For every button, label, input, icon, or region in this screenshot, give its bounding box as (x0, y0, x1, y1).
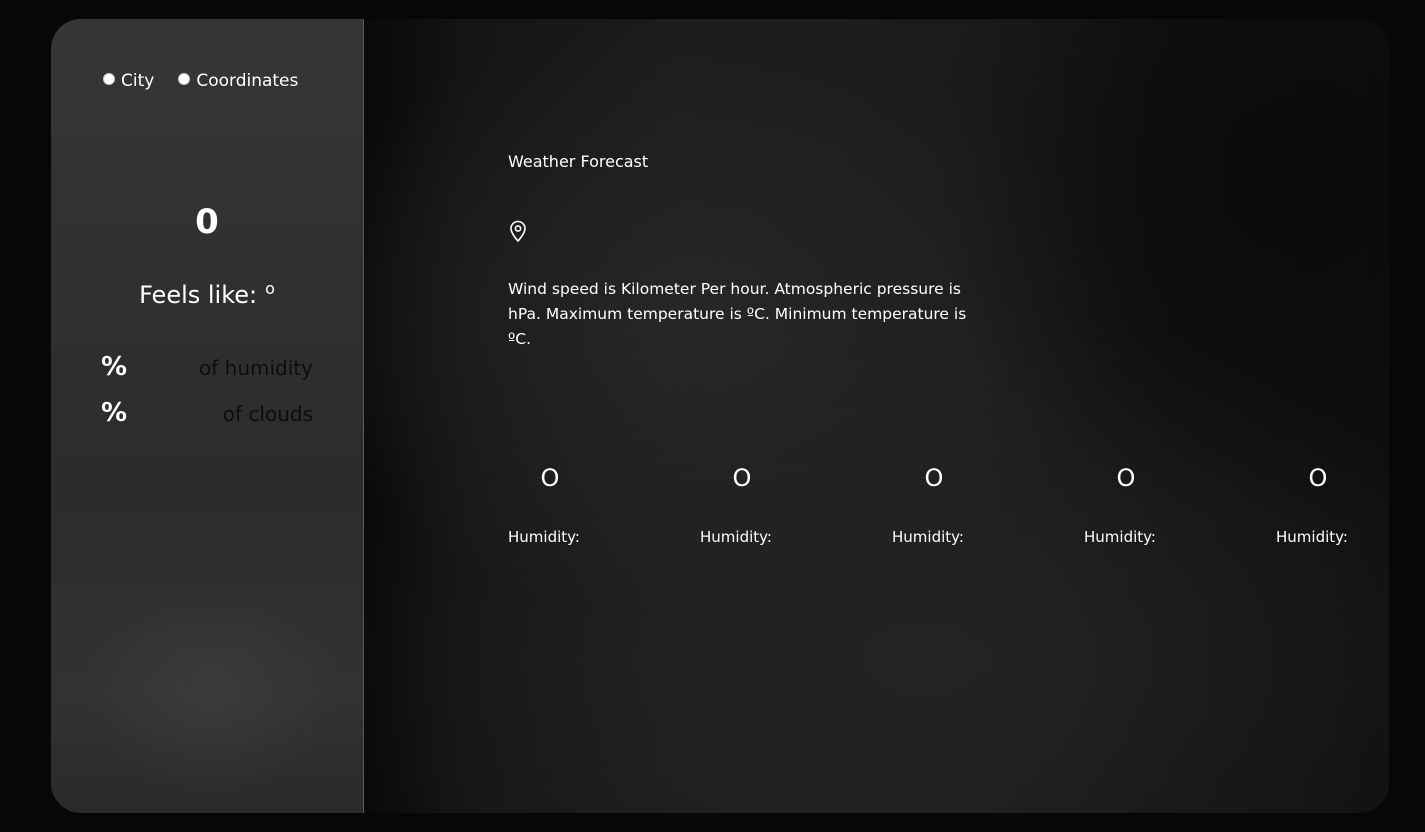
current-temperature: 0 (195, 202, 219, 242)
city-radio-label[interactable]: City (121, 71, 154, 91)
map-pin-icon (510, 220, 526, 243)
forecast-humidity: Humidity: (1084, 528, 1156, 546)
clouds-stat: % of clouds (101, 398, 313, 428)
feels-like-degree: o (265, 279, 275, 298)
forecast-humidity: Humidity: (700, 528, 772, 546)
forecast-temp: O (1308, 464, 1328, 492)
forecast-temp: O (924, 464, 944, 492)
search-mode-radio-group: City Coordinates (103, 71, 322, 91)
forecast-humidity: Humidity: (508, 528, 580, 546)
forecast-item: O Humidity: (1276, 464, 1389, 546)
page-title: Weather Forecast (508, 152, 649, 171)
main-panel: Weather Forecast Wind speed is Kilometer… (364, 19, 1389, 813)
weather-description: Wind speed is Kilometer Per hour. Atmosp… (508, 280, 967, 348)
radio-option-city[interactable]: City (103, 71, 154, 91)
humidity-value: % (101, 352, 128, 382)
coordinates-radio-button[interactable] (178, 73, 191, 85)
humidity-stat: % of humidity (101, 352, 313, 382)
forecast-temp: O (540, 464, 560, 492)
feels-like-label: Feels like: (139, 281, 258, 309)
forecast-temp: O (732, 464, 752, 492)
coordinates-radio-label[interactable]: Coordinates (196, 71, 298, 91)
forecast-humidity: Humidity: (1276, 528, 1348, 546)
forecast-temp: O (1116, 464, 1136, 492)
forecast-item: O Humidity: (508, 464, 628, 546)
city-radio-button[interactable] (103, 73, 115, 85)
forecast-humidity: Humidity: (892, 528, 964, 546)
weather-app: City Coordinates 0 Feels like: o % of hum… (51, 19, 1389, 813)
humidity-label: of humidity (199, 356, 313, 380)
radio-option-coordinates[interactable]: Coordinates (178, 71, 298, 91)
feels-like: Feels like: o (51, 279, 363, 309)
sidebar: City Coordinates 0 Feels like: o % of hum… (51, 19, 364, 813)
clouds-label: of clouds (222, 402, 313, 426)
forecast-item: O Humidity: (1084, 464, 1204, 546)
forecast-item: O Humidity: (892, 464, 1012, 546)
forecast-item: O Humidity: (700, 464, 820, 546)
clouds-value: % (101, 398, 128, 428)
